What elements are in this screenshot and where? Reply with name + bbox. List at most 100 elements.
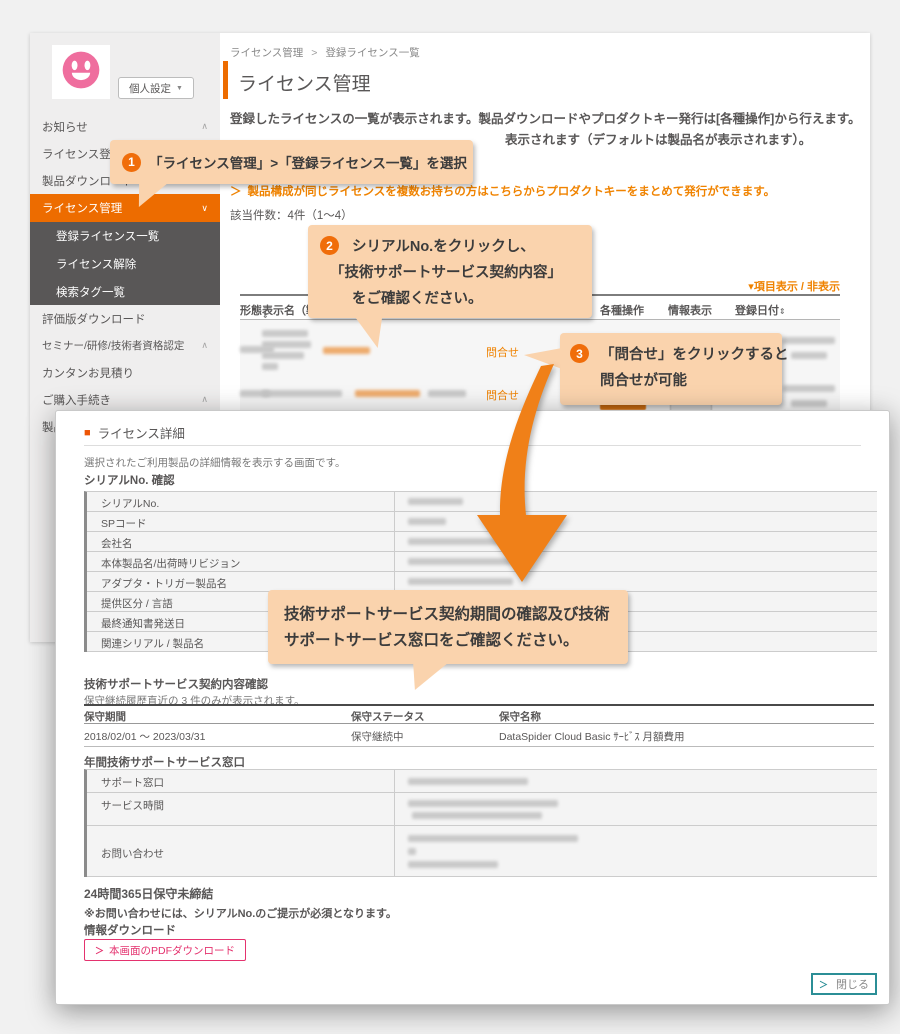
intro-text-line2: 表示されます（デフォルトは製品名が表示されます）。 xyxy=(505,129,811,148)
callout-step2-line2: 「技術サポートサービス契約内容」 xyxy=(330,260,592,286)
callout-middle-line2: サポートサービス窓口をご確認ください。 xyxy=(284,628,628,654)
callout-step1-text: 「ライセンス管理」>「登録ライセンス一覧」を選択 xyxy=(149,152,467,172)
result-count: 該当件数：4件（1～4） xyxy=(230,207,353,223)
redacted-value xyxy=(262,363,278,370)
arrow-right-icon: ＞ xyxy=(819,978,828,991)
callout-step1-pointer xyxy=(133,182,169,207)
contract-section-title: 技術サポートサービス契約内容確認 xyxy=(84,676,268,692)
redacted-value xyxy=(262,330,308,337)
sidebar-item-label: カンタンお見積り xyxy=(42,365,134,381)
sidebar-item-trial-download[interactable]: 評価版ダウンロード xyxy=(30,305,220,332)
sidebar-item-estimate[interactable]: カンタンお見積り xyxy=(30,359,220,386)
redacted-value xyxy=(408,861,498,868)
step-number-badge: 1 xyxy=(122,153,141,172)
support-row: サポート窓口 xyxy=(87,770,877,793)
callout-middle: 技術サポートサービス契約期間の確認及び技術 サポートサービス窓口をご確認ください… xyxy=(268,590,628,664)
breadcrumb-current: 登録ライセンス一覧 xyxy=(325,47,419,59)
breadcrumb-parent[interactable]: ライセンス管理 xyxy=(230,47,303,59)
download-section-title: 情報ダウンロード xyxy=(84,922,176,938)
redacted-value xyxy=(408,800,558,807)
detail-description: 選択されたご利用製品の詳細情報を表示する画面です。 xyxy=(84,455,345,470)
caret-down-icon: ▼ xyxy=(176,85,183,92)
redacted-value xyxy=(783,385,835,392)
breadcrumb: ライセンス管理>登録ライセンス一覧 xyxy=(230,45,420,60)
sidebar-item-license-management[interactable]: ライセンス管理 ∨ xyxy=(30,194,220,222)
submenu-item-label: ライセンス解除 xyxy=(56,256,136,272)
callout-middle-line1: 技術サポートサービス契約期間の確認及び技術 xyxy=(284,602,628,628)
sidebar-item-label: お知らせ xyxy=(42,119,88,135)
logo xyxy=(52,45,110,99)
info-row-label: アダプタ・トリガー製品名 xyxy=(101,576,227,591)
redacted-value xyxy=(262,341,311,348)
pdf-download-button[interactable]: ＞ 本画面のPDFダウンロード xyxy=(84,939,246,961)
chevron-up-icon: ∧ xyxy=(201,340,208,351)
maintenance-table-header: 保守期間 保守ステータス 保守名称 xyxy=(84,704,874,724)
redacted-value xyxy=(408,848,416,855)
support-note-title: 24時間365日保守未締結 xyxy=(84,885,213,902)
page-title: ライセンス管理 xyxy=(238,69,371,96)
chevron-up-icon: ∧ xyxy=(201,121,208,132)
intro-text-line1: 登録したライセンスの一覧が表示されます。製品ダウンロードやプロダクトキー発行は[… xyxy=(230,111,870,128)
maintenance-period: 2018/02/01 ～ 2023/03/31 xyxy=(84,729,205,744)
arrow-right-icon: ＞ xyxy=(230,186,242,198)
square-bullet-icon: ■ xyxy=(84,427,91,439)
personal-settings-label: 個人設定 xyxy=(129,81,171,96)
bulk-productkey-link-label: 製品構成が同じライセンスを複数お持ちの方はこちらからプロダクトキーをまとめて発行… xyxy=(248,186,776,198)
callout-step3-line2: 問合せが可能 xyxy=(600,368,782,394)
info-row-label: 本体製品名/出荷時リビジョン xyxy=(101,556,240,571)
col-header-type: 形態 xyxy=(240,302,262,318)
sort-icon[interactable]: ⇕ xyxy=(262,311,269,320)
callout-step2-pointer xyxy=(354,316,385,348)
callout-step2-line3: をご確認ください。 xyxy=(352,286,592,312)
submenu-item-license-release[interactable]: ライセンス解除 xyxy=(30,250,220,277)
support-row-label: サービス時間 xyxy=(101,798,164,813)
sidebar-item-label: ご購入手続き xyxy=(42,392,111,408)
serial-link[interactable] xyxy=(355,390,420,397)
support-row: お問い合わせ xyxy=(87,826,877,877)
smiley-logo-icon xyxy=(59,48,103,97)
redacted-value xyxy=(791,352,827,359)
sidebar-item-news[interactable]: お知らせ ∧ xyxy=(30,113,220,140)
big-arrow-annotation xyxy=(450,360,610,595)
pdf-download-label: 本画面のPDFダウンロード xyxy=(109,943,235,958)
redacted-value xyxy=(262,352,304,359)
bulk-productkey-link[interactable]: ＞ 製品構成が同じライセンスを複数お持ちの方はこちらからプロダクトキーをまとめて発… xyxy=(230,183,775,199)
support-section-title: 年間技術サポートサービス窓口 xyxy=(84,754,245,770)
redacted-value xyxy=(408,778,528,785)
support-row-label: お問い合わせ xyxy=(101,846,164,861)
column-toggle-label: 項目表示 / 非表示 xyxy=(754,281,840,293)
serial-link[interactable] xyxy=(323,347,370,354)
step-number-badge: 2 xyxy=(320,236,339,255)
submenu-item-search-tags[interactable]: 検索タグ一覧 xyxy=(30,278,220,305)
chevron-up-icon: ∧ xyxy=(201,394,208,405)
col-header-period: 保守期間 xyxy=(84,709,126,724)
callout-step2-line1: シリアルNo.をクリックし、 xyxy=(352,234,592,260)
chevron-down-icon: ∨ xyxy=(201,203,208,214)
redacted-value xyxy=(408,518,446,525)
callout-step3-line1: 「問合せ」をクリックすると xyxy=(600,342,782,368)
submenu-item-registered-licenses[interactable]: 登録ライセンス一覧 xyxy=(30,222,220,249)
redacted-value xyxy=(408,835,578,842)
personal-settings-button[interactable]: 個人設定 ▼ xyxy=(118,77,194,99)
submenu-item-label: 登録ライセンス一覧 xyxy=(56,228,159,244)
col-header-name: 保守名称 xyxy=(499,709,541,724)
info-row-label: 会社名 xyxy=(101,536,133,551)
close-button-label: 閉じる xyxy=(836,976,869,992)
sidebar-item-purchase[interactable]: ご購入手続き ∧ xyxy=(30,386,220,413)
sidebar-submenu: 登録ライセンス一覧 ライセンス解除 検索タグ一覧 xyxy=(30,222,220,305)
col-header-status: 保守ステータス xyxy=(351,709,425,724)
support-note-text: ※お問い合わせには、シリアルNo.のご提示が必須となります。 xyxy=(84,905,397,921)
sidebar-item-label: 評価版ダウンロード xyxy=(42,311,146,327)
close-button[interactable]: ＞ 閉じる xyxy=(811,973,877,995)
detail-title-text: ライセンス詳細 xyxy=(98,423,185,442)
maintenance-row: 2018/02/01 ～ 2023/03/31 保守継続中 DataSpider… xyxy=(84,724,874,747)
sidebar-item-seminar[interactable]: セミナー/研修/技術者資格認定 ∧ xyxy=(30,332,220,359)
inquiry-link[interactable]: 問合せ xyxy=(486,344,519,360)
sidebar-item-label: セミナー/研修/技術者資格認定 xyxy=(42,338,184,353)
col-header-date-label: 登録日付 xyxy=(735,305,779,317)
detail-window-title: ■ ライセンス詳細 xyxy=(84,423,185,442)
col-header-date[interactable]: 登録日付⇕ xyxy=(735,302,786,318)
info-row-label: 最終通知書発送日 xyxy=(101,616,185,631)
column-toggle-link[interactable]: ▾項目表示 / 非表示 xyxy=(748,278,840,294)
maintenance-name: DataSpider Cloud Basic ｻｰﾋﾞｽ 月額費用 xyxy=(499,729,685,744)
